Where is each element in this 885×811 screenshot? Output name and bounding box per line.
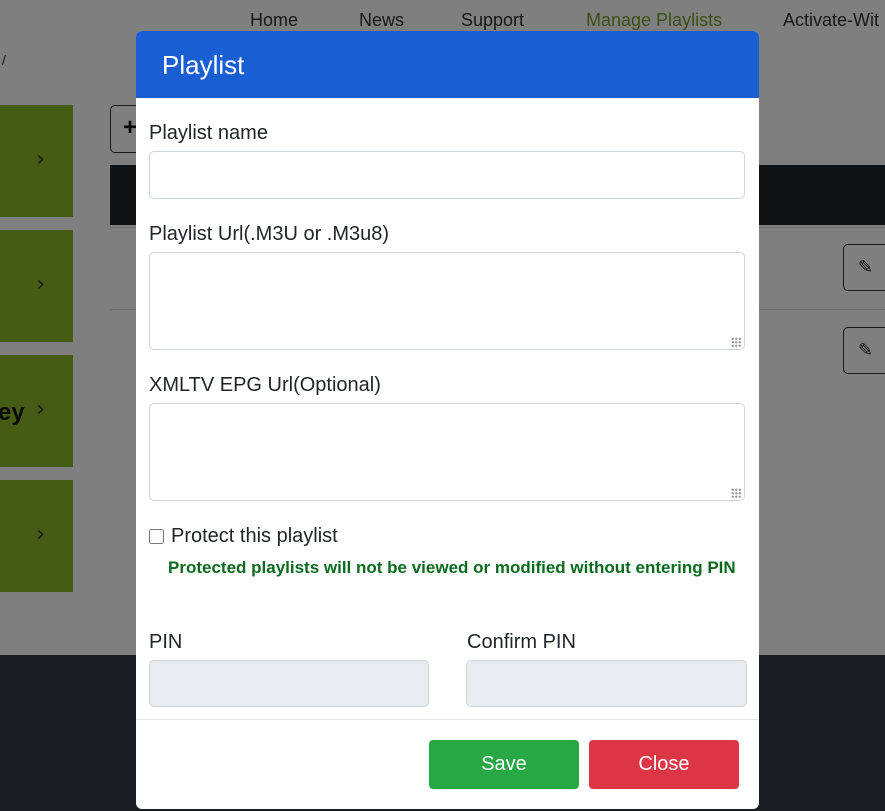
epg-url-label: XMLTV EPG Url(Optional) [149,374,381,396]
playlist-url-label: Playlist Url(.M3U or .M3u8) [149,223,390,245]
playlist-name-input[interactable] [149,151,745,199]
playlist-url-textarea[interactable] [149,252,745,350]
playlist-name-label: Playlist name [149,122,268,144]
modal-header: Playlist [136,31,759,98]
resize-grip-icon[interactable] [731,488,741,498]
save-button[interactable]: Save [429,740,579,789]
confirm-pin-input[interactable] [466,660,747,707]
pin-input[interactable] [149,660,429,707]
protect-help-text: Protected playlists will not be viewed o… [168,558,736,577]
close-button[interactable]: Close [589,740,739,789]
pin-label: PIN [149,631,183,653]
resize-grip-icon[interactable] [731,337,741,347]
modal-footer-divider [136,719,759,720]
modal-title: Playlist [162,50,245,80]
protect-label[interactable]: Protect this playlist [171,525,338,548]
playlist-modal: Playlist Playlist name Playlist Url(.M3U… [136,31,759,809]
confirm-pin-label: Confirm PIN [467,631,576,653]
epg-url-textarea[interactable] [149,403,745,501]
protect-checkbox[interactable] [149,529,164,544]
